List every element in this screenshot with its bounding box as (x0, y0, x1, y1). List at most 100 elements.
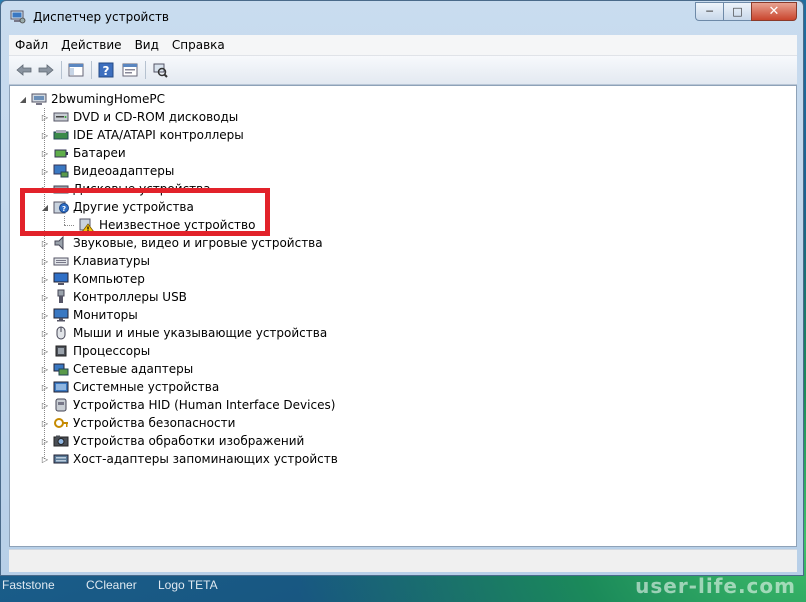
expand-arrow-icon[interactable]: ▷ (40, 378, 50, 396)
storage-controller-icon (53, 451, 69, 467)
ide-controller-icon (53, 127, 69, 143)
device-manager-window: Диспетчер устройств ─ □ ✕ Файл Действие … (0, 0, 804, 576)
properties-button[interactable] (121, 61, 139, 79)
processor-icon (53, 343, 69, 359)
highlight-annotation (20, 188, 270, 236)
tree-item-storage-controller[interactable]: ▷ Хост-адаптеры запоминающих устройств (40, 450, 338, 468)
tree-item-system-devices[interactable]: ▷ Системные устройства (40, 378, 219, 396)
device-manager-icon (10, 10, 26, 24)
tree-item-battery[interactable]: ▷ Батареи (40, 144, 126, 162)
expand-arrow-icon[interactable]: ▷ (40, 234, 50, 252)
tree-item-label: Сетевые адаптеры (73, 362, 194, 376)
tree-root-computer[interactable]: ◢ 2bwumingHomePC (18, 90, 165, 108)
tree-item-keyboard[interactable]: ▷ Клавиатуры (40, 252, 150, 270)
menu-file[interactable]: Файл (9, 38, 55, 52)
tree-item-label: Хост-адаптеры запоминающих устройств (73, 452, 338, 466)
menu-action[interactable]: Действие (55, 38, 128, 52)
expand-arrow-icon[interactable]: ▷ (40, 288, 50, 306)
minimize-icon: ─ (706, 5, 713, 18)
tree-item-label: Звуковые, видео и игровые устройства (73, 236, 323, 250)
expand-arrow-icon[interactable]: ▷ (40, 126, 50, 144)
expand-arrow-icon[interactable]: ▷ (40, 414, 50, 432)
expand-arrow-icon[interactable]: ▷ (40, 396, 50, 414)
tree-item-mouse[interactable]: ▷ Мыши и иные указывающие устройства (40, 324, 327, 342)
expand-arrow-icon[interactable]: ▷ (40, 324, 50, 342)
maximize-icon: □ (732, 5, 743, 18)
minimize-button[interactable]: ─ (695, 2, 723, 21)
tree-item-security-devices[interactable]: ▷ Устройства безопасности (40, 414, 235, 432)
title-bar[interactable]: Диспетчер устройств ─ □ ✕ (1, 1, 803, 31)
back-icon (16, 64, 32, 76)
display-adapter-icon (53, 163, 69, 179)
tree-item-label: Клавиатуры (73, 254, 150, 268)
close-icon: ✕ (768, 4, 780, 19)
desktop-label[interactable]: CCleaner (86, 578, 137, 592)
device-tree-pane[interactable]: ◢ 2bwumingHomePC ▷ DVD и CD-ROM дисководы ▷ I… (9, 85, 797, 547)
tree-item-label: Контроллеры USB (73, 290, 187, 304)
collapse-arrow-icon[interactable]: ◢ (18, 90, 28, 108)
tree-item-processor[interactable]: ▷ Процессоры (40, 342, 150, 360)
tree-item-sound[interactable]: ▷ Звуковые, видео и игровые устройства (40, 234, 323, 252)
tree-item-label: Устройства безопасности (73, 416, 236, 430)
expand-arrow-icon[interactable]: ▷ (40, 306, 50, 324)
battery-icon (53, 145, 69, 161)
tree-item-dvd-drive[interactable]: ▷ DVD и CD-ROM дисководы (40, 108, 238, 126)
expand-arrow-icon[interactable]: ▷ (40, 252, 50, 270)
tree-item-label: Компьютер (73, 272, 145, 286)
tree-item-display-adapter[interactable]: ▷ Видеоадаптеры (40, 162, 174, 180)
tree-item-monitor[interactable]: ▷ Мониторы (40, 306, 138, 324)
expand-arrow-icon[interactable]: ▷ (40, 108, 50, 126)
expand-arrow-icon[interactable]: ▷ (40, 450, 50, 468)
tree-item-network-adapter[interactable]: ▷ Сетевые адаптеры (40, 360, 193, 378)
expand-arrow-icon[interactable]: ▷ (40, 432, 50, 450)
tree-item-imaging-devices[interactable]: ▷ Устройства обработки изображений (40, 432, 304, 450)
tree-item-label: Системные устройства (73, 380, 220, 394)
expand-arrow-icon[interactable]: ▷ (40, 360, 50, 378)
properties-icon (122, 63, 138, 77)
help-button[interactable]: ? (97, 61, 115, 79)
expand-arrow-icon[interactable]: ▷ (40, 162, 50, 180)
expand-arrow-icon[interactable]: ▷ (40, 144, 50, 162)
expand-arrow-icon[interactable]: ▷ (40, 342, 50, 360)
desktop-label[interactable]: Logo TETA (158, 578, 218, 592)
security-devices-icon (53, 415, 69, 431)
toolbar-separator (145, 61, 146, 79)
forward-icon (38, 64, 54, 76)
tree-item-computer[interactable]: ▷ Компьютер (40, 270, 145, 288)
caption-buttons: ─ □ ✕ (695, 2, 797, 22)
status-bar (9, 549, 797, 572)
close-button[interactable]: ✕ (751, 2, 797, 21)
menu-view[interactable]: Вид (129, 38, 166, 52)
tree-item-hid[interactable]: ▷ Устройства HID (Human Interface Devices… (40, 396, 335, 414)
svg-text:?: ? (103, 64, 110, 78)
tree-item-label: Мыши и иные указывающие устройства (73, 326, 328, 340)
forward-button[interactable] (37, 61, 55, 79)
toolbar-separator (91, 61, 92, 79)
tree-item-ide-controller[interactable]: ▷ IDE ATA/ATAPI контроллеры (40, 126, 244, 144)
tree-item-label: DVD и CD-ROM дисководы (73, 110, 239, 124)
dvd-drive-icon (53, 109, 69, 125)
computer-icon (53, 271, 69, 287)
root (31, 91, 47, 107)
desktop-label[interactable]: Faststone (2, 578, 55, 592)
menu-bar: Файл Действие Вид Справка (9, 35, 797, 56)
keyboard-icon (53, 253, 69, 269)
network-adapter-icon (53, 361, 69, 377)
tree-item-label: IDE ATA/ATAPI контроллеры (73, 128, 244, 142)
show-hide-console-tree-button[interactable] (67, 61, 85, 79)
scan-hardware-button[interactable] (151, 61, 169, 79)
watermark: user-life.com (635, 574, 796, 598)
scan-hardware-icon (153, 63, 168, 78)
back-button[interactable] (15, 61, 33, 79)
tree-item-label: Устройства HID (Human Interface Devices) (73, 398, 336, 412)
system-devices-icon (53, 379, 69, 395)
imaging-devices-icon (53, 433, 69, 449)
expand-arrow-icon[interactable]: ▷ (40, 270, 50, 288)
usb-icon (53, 289, 69, 305)
menu-help[interactable]: Справка (166, 38, 232, 52)
toolbar: ? (9, 56, 797, 85)
tree-item-usb[interactable]: ▷ Контроллеры USB (40, 288, 187, 306)
mouse-icon (53, 325, 69, 341)
show-hide-console-tree-icon (68, 63, 84, 77)
maximize-button[interactable]: □ (723, 2, 751, 21)
